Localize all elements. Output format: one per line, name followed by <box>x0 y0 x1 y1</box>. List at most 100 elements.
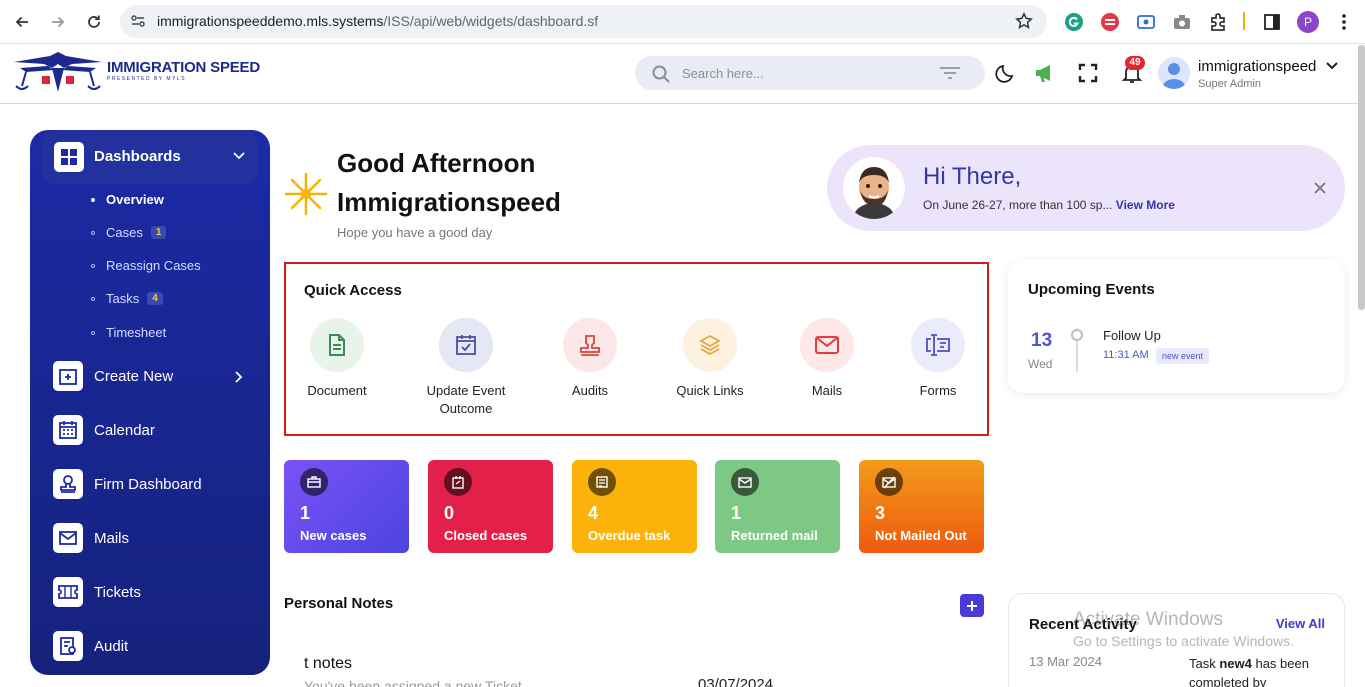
ticket-icon <box>53 577 83 607</box>
extensions-puzzle-icon[interactable] <box>1207 11 1229 33</box>
stat-card-new-cases[interactable]: 1 New cases <box>284 460 409 553</box>
plus-icon <box>967 600 977 611</box>
stat-value: 4 <box>588 503 599 523</box>
form-icon <box>911 318 965 372</box>
mail-icon <box>53 523 83 553</box>
user-avatar[interactable] <box>1158 57 1190 89</box>
add-note-button[interactable] <box>960 594 984 617</box>
stat-label: Overdue task <box>588 528 671 543</box>
stat-label: Returned mail <box>731 528 818 543</box>
event-name[interactable]: Follow Up <box>1103 328 1161 343</box>
fullscreen-button[interactable] <box>1075 60 1101 86</box>
chevron-down-icon <box>233 152 245 160</box>
url-path: /ISS/api/web/widgets/dashboard.sf <box>383 13 599 29</box>
timeline-node <box>1071 329 1083 341</box>
quick-access-title: Quick Access <box>304 282 402 299</box>
subitem-label: Overview <box>106 192 164 207</box>
tasks-count-badge: 4 <box>147 292 163 305</box>
event-day: 13 <box>1031 330 1053 351</box>
bullet-dot <box>91 330 95 335</box>
briefcase-icon <box>300 468 328 496</box>
greeting-title: Good Afternoon <box>337 148 536 178</box>
logo-subtitle: PRESENTED BY MYLS <box>107 76 187 82</box>
bookmark-star-icon[interactable] <box>1015 12 1033 30</box>
mail-off-icon <box>875 468 903 496</box>
windows-activation-watermark: Activate Windows Go to Settings to activ… <box>1073 609 1294 649</box>
search-icon <box>652 65 670 83</box>
filter-icon[interactable] <box>939 66 961 80</box>
dark-mode-toggle[interactable] <box>993 60 1019 86</box>
url-host: immigrationspeeddemo.mls.systems <box>157 13 384 29</box>
search-input[interactable]: Search here... <box>682 66 764 81</box>
quick-access-quick-links[interactable]: Quick Links <box>666 318 754 400</box>
browser-menu-icon[interactable] <box>1333 11 1355 33</box>
sidebar-item-label: Firm Dashboard <box>94 476 202 493</box>
announcements-button[interactable] <box>1032 60 1058 86</box>
screen-recorder-extension-icon[interactable] <box>1135 11 1157 33</box>
quick-access-document[interactable]: Document <box>299 318 375 400</box>
sun-icon <box>284 172 328 216</box>
subitem-label: Reassign Cases <box>106 258 201 273</box>
reload-button[interactable] <box>82 10 106 34</box>
profile-initial: P <box>1297 11 1319 33</box>
profile-avatar[interactable]: P <box>1297 11 1319 33</box>
sidebar-subitem-overview[interactable]: Overview <box>91 192 164 207</box>
announcement-card: Hi There, On June 26-27, more than 100 s… <box>827 145 1345 231</box>
announcement-body: On June 26-27, more than 100 sp... <box>923 198 1113 212</box>
close-icon[interactable] <box>1313 181 1327 195</box>
quick-access-label: Quick Links <box>676 383 744 398</box>
event-badge: new event <box>1156 348 1210 364</box>
camera-extension-icon[interactable] <box>1171 11 1193 33</box>
stat-label: Not Mailed Out <box>875 528 967 543</box>
quick-access-label: Update Event Outcome <box>426 383 506 416</box>
personal-notes-title: Personal Notes <box>284 595 394 612</box>
sidebar-subitem-reassign-cases[interactable]: Reassign Cases <box>91 258 201 273</box>
sidebar-subitem-timesheet[interactable]: Timesheet <box>91 325 166 340</box>
note-title[interactable]: t notes <box>304 655 352 673</box>
event-time: 11:31 AM <box>1103 349 1149 361</box>
stat-card-closed-cases[interactable]: 0 Closed cases <box>428 460 553 553</box>
back-button[interactable] <box>10 10 34 34</box>
address-bar[interactable]: immigrationspeeddemo.mls.systems/ISS/api… <box>120 5 1047 38</box>
subitem-label: Cases <box>106 225 143 240</box>
stat-card-not-mailed-out[interactable]: 3 Not Mailed Out <box>859 460 984 553</box>
note-text: You've been assigned a new Ticket <box>304 678 522 687</box>
view-more-link[interactable]: View More <box>1116 198 1175 212</box>
sidebar-item-label: Audit <box>94 638 129 655</box>
memoji-avatar <box>843 157 905 219</box>
quick-access-label: Audits <box>571 383 609 398</box>
quick-access-audits[interactable]: Audits <box>558 318 622 400</box>
sidebar-item-dashboards[interactable]: Dashboards <box>42 130 258 184</box>
stat-card-overdue-task[interactable]: 4 Overdue task <box>572 460 697 553</box>
stat-value: 0 <box>444 503 455 523</box>
side-panel-icon[interactable] <box>1261 11 1283 33</box>
sidebar: Dashboards Overview Cases 1 Reassign Case… <box>30 130 270 675</box>
greeting-name: Immigrationspeed <box>337 187 561 217</box>
user-name[interactable]: immigrationspeed <box>1198 58 1316 75</box>
stat-card-returned-mail[interactable]: 1 Returned mail <box>715 460 840 553</box>
red-extension-icon[interactable] <box>1099 11 1121 33</box>
sidebar-item-label: Tickets <box>94 584 141 601</box>
eagle-logo-icon[interactable] <box>12 50 104 94</box>
quick-access-mails[interactable]: Mails <box>791 318 863 400</box>
quick-access-label: Mails <box>811 383 843 398</box>
grammarly-extension-icon[interactable] <box>1063 11 1085 33</box>
document-icon <box>310 318 364 372</box>
sidebar-subitem-cases[interactable]: Cases 1 <box>91 225 167 240</box>
quick-access-update-event-outcome[interactable]: Update Event Outcome <box>414 318 518 418</box>
subitem-label: Tasks <box>106 291 140 306</box>
megaphone-icon <box>1036 65 1050 82</box>
bullet-dot <box>91 197 95 202</box>
forward-button[interactable] <box>46 10 70 34</box>
bullet-dot <box>91 230 95 235</box>
page-scrollbar[interactable] <box>1358 45 1365 310</box>
chevron-right-icon <box>235 371 243 383</box>
chevron-down-icon[interactable] <box>1326 61 1338 71</box>
site-settings-icon[interactable] <box>130 13 146 29</box>
sidebar-subitem-tasks[interactable]: Tasks 4 <box>91 291 163 306</box>
stat-value: 1 <box>300 503 311 523</box>
audit-icon <box>53 631 83 661</box>
fullscreen-icon <box>1078 63 1098 83</box>
search-bar[interactable]: Search here... <box>635 56 985 90</box>
quick-access-forms[interactable]: Forms <box>906 318 970 400</box>
